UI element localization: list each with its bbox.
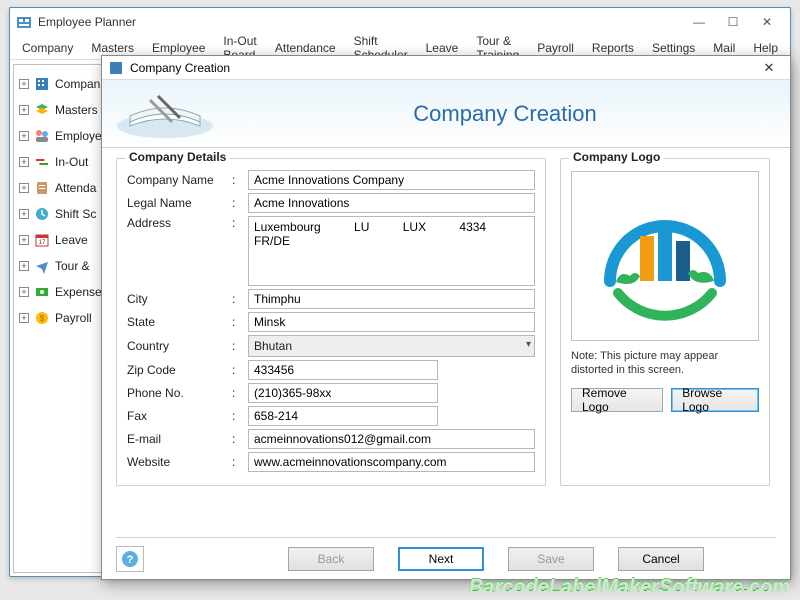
svg-text:17: 17 [39,240,46,246]
dialog-icon [108,60,124,76]
email-input[interactable] [248,429,535,449]
country-select[interactable]: Bhutan▾ [248,335,535,357]
state-input[interactable] [248,312,535,332]
tree-label: In-Out [55,155,88,169]
label-phone: Phone No. [127,386,232,400]
company-logo-fieldset: Company Logo Note: This picture may appe… [560,158,770,486]
arrows-icon [34,154,50,170]
logo-legend: Company Logo [569,150,664,164]
close-button[interactable]: ✕ [750,11,784,33]
expand-icon[interactable]: + [19,261,29,271]
label-state: State [127,315,232,329]
chevron-down-icon: ▾ [526,339,531,350]
label-city: City [127,292,232,306]
company-name-input[interactable] [248,170,535,190]
logo-note: Note: This picture may appear distorted … [571,349,759,378]
company-details-fieldset: Company Details Company Name: Legal Name… [116,158,546,486]
label-address: Address [127,216,232,230]
menu-company[interactable]: Company [13,38,82,58]
label-company-name: Company Name [127,173,232,187]
clock-icon [34,206,50,222]
dialog-title: Company Creation [130,61,230,75]
main-title: Employee Planner [38,15,136,29]
label-legal-name: Legal Name [127,196,232,210]
dialog-header: Company Creation [102,80,790,148]
expand-icon[interactable]: + [19,105,29,115]
expand-icon[interactable]: + [19,313,29,323]
cancel-button[interactable]: Cancel [618,547,704,571]
building-icon [34,76,50,92]
coin-icon: $ [34,310,50,326]
tree-label: Attenda [55,181,96,195]
dialog-footer: ? Back Next Save Cancel [116,537,776,571]
address-input[interactable]: Luxembourg LU LUX 4334 FR/DE [248,216,535,286]
label-country: Country [127,339,232,353]
expand-icon[interactable]: + [19,131,29,141]
tree-label: Masters [55,103,98,117]
dialog-titlebar: Company Creation ✕ [102,56,790,80]
dialog-header-title: Company Creation [220,101,790,127]
plane-icon [34,258,50,274]
details-legend: Company Details [125,150,230,164]
save-button[interactable]: Save [508,547,594,571]
remove-logo-button[interactable]: Remove Logo [571,388,663,412]
logo-preview [571,171,759,341]
logo-image-icon [590,181,740,331]
next-button[interactable]: Next [398,547,484,571]
browse-logo-button[interactable]: Browse Logo [671,388,759,412]
watermark: BarcodeLabelMakerSoftware.com [469,575,790,598]
label-website: Website [127,455,232,469]
maximize-button[interactable]: ☐ [716,11,750,33]
clipboard-icon [34,180,50,196]
label-zip: Zip Code [127,363,232,377]
city-input[interactable] [248,289,535,309]
back-button[interactable]: Back [288,547,374,571]
tree-label: Expense [55,285,102,299]
svg-text:$: $ [40,314,45,323]
tree-label: Tour & [55,259,90,273]
calendar-icon: 17 [34,232,50,248]
tree-label: Payroll [55,311,92,325]
label-email: E-mail [127,432,232,446]
people-icon [34,128,50,144]
tree-label: Shift Sc [55,207,96,221]
tree-label: Employe [55,129,102,143]
zip-input[interactable] [248,360,438,380]
expand-icon[interactable]: + [19,79,29,89]
fax-input[interactable] [248,406,438,426]
help-button[interactable]: ? [116,546,144,572]
expand-icon[interactable]: + [19,235,29,245]
legal-name-input[interactable] [248,193,535,213]
tree-label: Leave [55,233,88,247]
app-icon [16,14,32,30]
expand-icon[interactable]: + [19,183,29,193]
phone-input[interactable] [248,383,438,403]
notebook-icon [110,86,220,142]
expand-icon[interactable]: + [19,157,29,167]
minimize-button[interactable]: — [682,11,716,33]
expand-icon[interactable]: + [19,287,29,297]
label-fax: Fax [127,409,232,423]
stack-icon [34,102,50,118]
svg-text:?: ? [127,554,134,566]
dialog-close-button[interactable]: ✕ [754,58,784,78]
expand-icon[interactable]: + [19,209,29,219]
company-creation-dialog: Company Creation ✕ Company Creation Comp… [101,55,791,580]
country-value: Bhutan [248,335,535,357]
website-input[interactable] [248,452,535,472]
tree-label: Compan [55,77,100,91]
money-icon [34,284,50,300]
